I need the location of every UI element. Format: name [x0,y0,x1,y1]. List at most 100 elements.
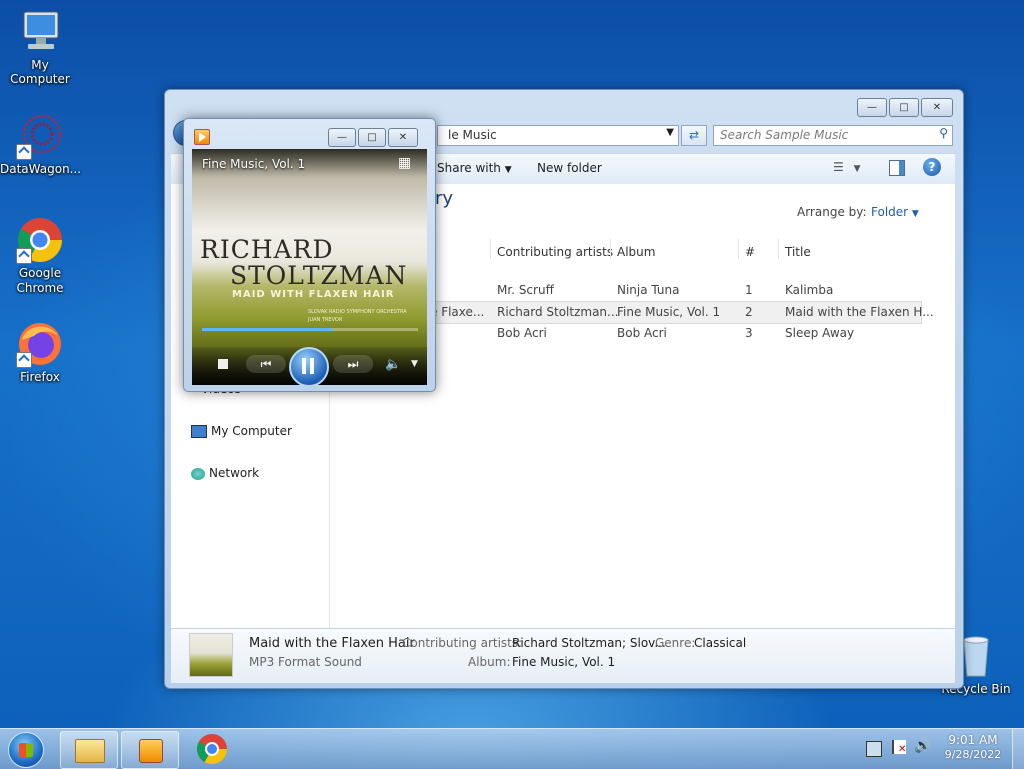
volume-dropdown[interactable]: ▼ [411,359,418,369]
taskbar-media-player-button[interactable] [121,731,179,769]
desktop-icon-label: My Computer [10,58,70,86]
column-header-number[interactable]: # [745,245,755,259]
close-icon: ✕ [932,102,942,113]
cell-artist: Bob Acri [497,326,547,340]
seek-bar[interactable] [202,328,418,331]
show-desktop-button[interactable] [1012,729,1024,769]
error-x-icon: ✕ [898,744,907,755]
action-center-tray-icon[interactable]: ✕ [892,740,907,755]
now-playing-title: Fine Music, Vol. 1 [202,157,306,171]
chevron-down-icon[interactable]: ▼ [666,127,674,138]
help-button[interactable]: ? [923,158,941,176]
desktop-icon-label: DataWagon... [0,162,82,176]
clock[interactable]: 9:01 AM 9/28/2022 [940,733,1006,761]
desktop-icon-label: Google Chrome [16,266,64,295]
media-player-logo-icon [194,129,210,145]
taskbar: ✕ 🔊 9:01 AM 9/28/2022 [0,728,1024,769]
cell-title: Kalimba [785,283,834,297]
desktop-icon-datawagon[interactable]: DataWagon... [0,112,82,176]
firefox-icon [16,320,64,368]
chevron-down-icon: ▼ [411,359,418,369]
start-button[interactable] [8,732,44,768]
player-close-button[interactable]: ✕ [388,128,418,147]
column-separator [778,239,779,259]
switch-to-library-button[interactable]: ▦ [398,155,411,171]
clock-date: 9/28/2022 [944,748,1002,761]
shortcut-arrow-icon [16,248,32,264]
cell-title: Maid with the Flaxen H... [785,305,934,319]
share-with-button[interactable]: Share with ▼ [437,161,512,175]
my-computer-label: My Computer [211,424,292,438]
cell-artist: Mr. Scruff [497,283,554,297]
pause-button[interactable] [289,347,329,385]
address-text: le Music [448,128,497,142]
column-separator [610,239,611,259]
desktop-icon-label: Firefox [20,370,60,384]
new-folder-button[interactable]: New folder [537,161,602,175]
cell-number: 1 [745,283,753,297]
stop-button[interactable] [218,359,228,369]
art-orchestra-line: SLOVAK RADIO SYMPHONY ORCHESTRA [308,309,407,315]
chrome-icon [16,216,64,264]
refresh-button[interactable]: ⇄ [681,125,707,146]
seek-bar-fill [202,328,332,331]
desktop-icon-my-computer[interactable]: My Computer [0,8,80,86]
media-player-window[interactable]: — □ ✕ Fine Music, Vol. 1 ▦ RICHARD STOLT… [183,118,436,392]
minimize-icon: — [337,132,347,143]
cell-album: Fine Music, Vol. 1 [617,305,721,319]
next-button[interactable]: ⏭ [333,355,373,373]
nav-item-network[interactable]: Network [191,466,259,480]
art-conductor-line: JUAN TREVOR [308,317,343,323]
shortcut-arrow-icon [16,144,32,160]
share-with-label: Share with [437,161,501,175]
chevron-down-icon: ▼ [504,165,512,175]
taskbar-explorer-button[interactable] [60,731,118,769]
search-icon: ⚲ [939,126,948,140]
cell-name: e Flaxe... [430,305,485,319]
preview-pane-button[interactable] [889,160,905,176]
player-minimize-button[interactable]: — [328,128,356,147]
windows-logo-icon [19,743,33,757]
previous-button[interactable]: ⏮ [246,355,286,373]
close-button[interactable]: ✕ [921,98,953,117]
minimize-button[interactable]: — [857,98,887,117]
column-header-title[interactable]: Title [785,245,811,259]
search-placeholder: Search Sample Music [720,128,849,142]
cell-album: Ninja Tuna [617,283,680,297]
art-artist-line1: RICHARD [200,235,334,264]
mute-button[interactable]: 🔈 [385,357,401,372]
nav-item-my-computer[interactable]: My Computer [191,424,292,438]
player-maximize-button[interactable]: □ [358,128,386,147]
network-label: Network [209,466,260,480]
cell-number: 2 [745,305,753,319]
taskbar-chrome-button[interactable] [196,733,228,765]
new-folder-label: New folder [537,161,602,175]
arrange-by-label: Arrange by: [797,205,867,219]
search-input[interactable]: Search Sample Music ⚲ [713,125,953,146]
folder-icon [75,739,105,763]
speaker-icon: 🔈 [385,357,402,372]
details-album-value[interactable]: Fine Music, Vol. 1 [512,655,615,669]
details-genre-value[interactable]: Classical [694,636,746,650]
column-header-album[interactable]: Album [617,245,655,259]
column-header-artists[interactable]: Contributing artists [497,245,613,259]
art-album-line: MAID WITH FLAXEN HAIR [232,289,395,300]
details-artists-label: Contributing artists: [402,636,523,650]
details-type: MP3 Format Sound [249,655,362,669]
details-artists-value[interactable]: Richard Stoltzman; Slov... [512,636,666,650]
network-tray-icon[interactable] [866,741,882,757]
arrange-by-dropdown[interactable]: Folder ▼ [871,205,919,219]
cell-title: Sleep Away [785,326,855,340]
address-bar[interactable]: le Music ▼ [437,125,679,146]
desktop-icon-firefox[interactable]: Firefox [0,320,80,384]
volume-tray-icon[interactable]: 🔊 [914,738,931,754]
arrange-by-value: Folder [871,205,909,219]
desktop-icon-google-chrome[interactable]: Google Chrome [0,216,80,296]
view-options-button[interactable]: ☰ ▼ [833,160,861,174]
maximize-button[interactable]: □ [889,98,919,117]
previous-icon: ⏮ [260,357,272,371]
switch-view-icon: ▦ [398,155,412,171]
cell-artist: Richard Stoltzman... [497,305,619,319]
computer-icon [16,8,64,56]
network-icon [191,467,205,480]
